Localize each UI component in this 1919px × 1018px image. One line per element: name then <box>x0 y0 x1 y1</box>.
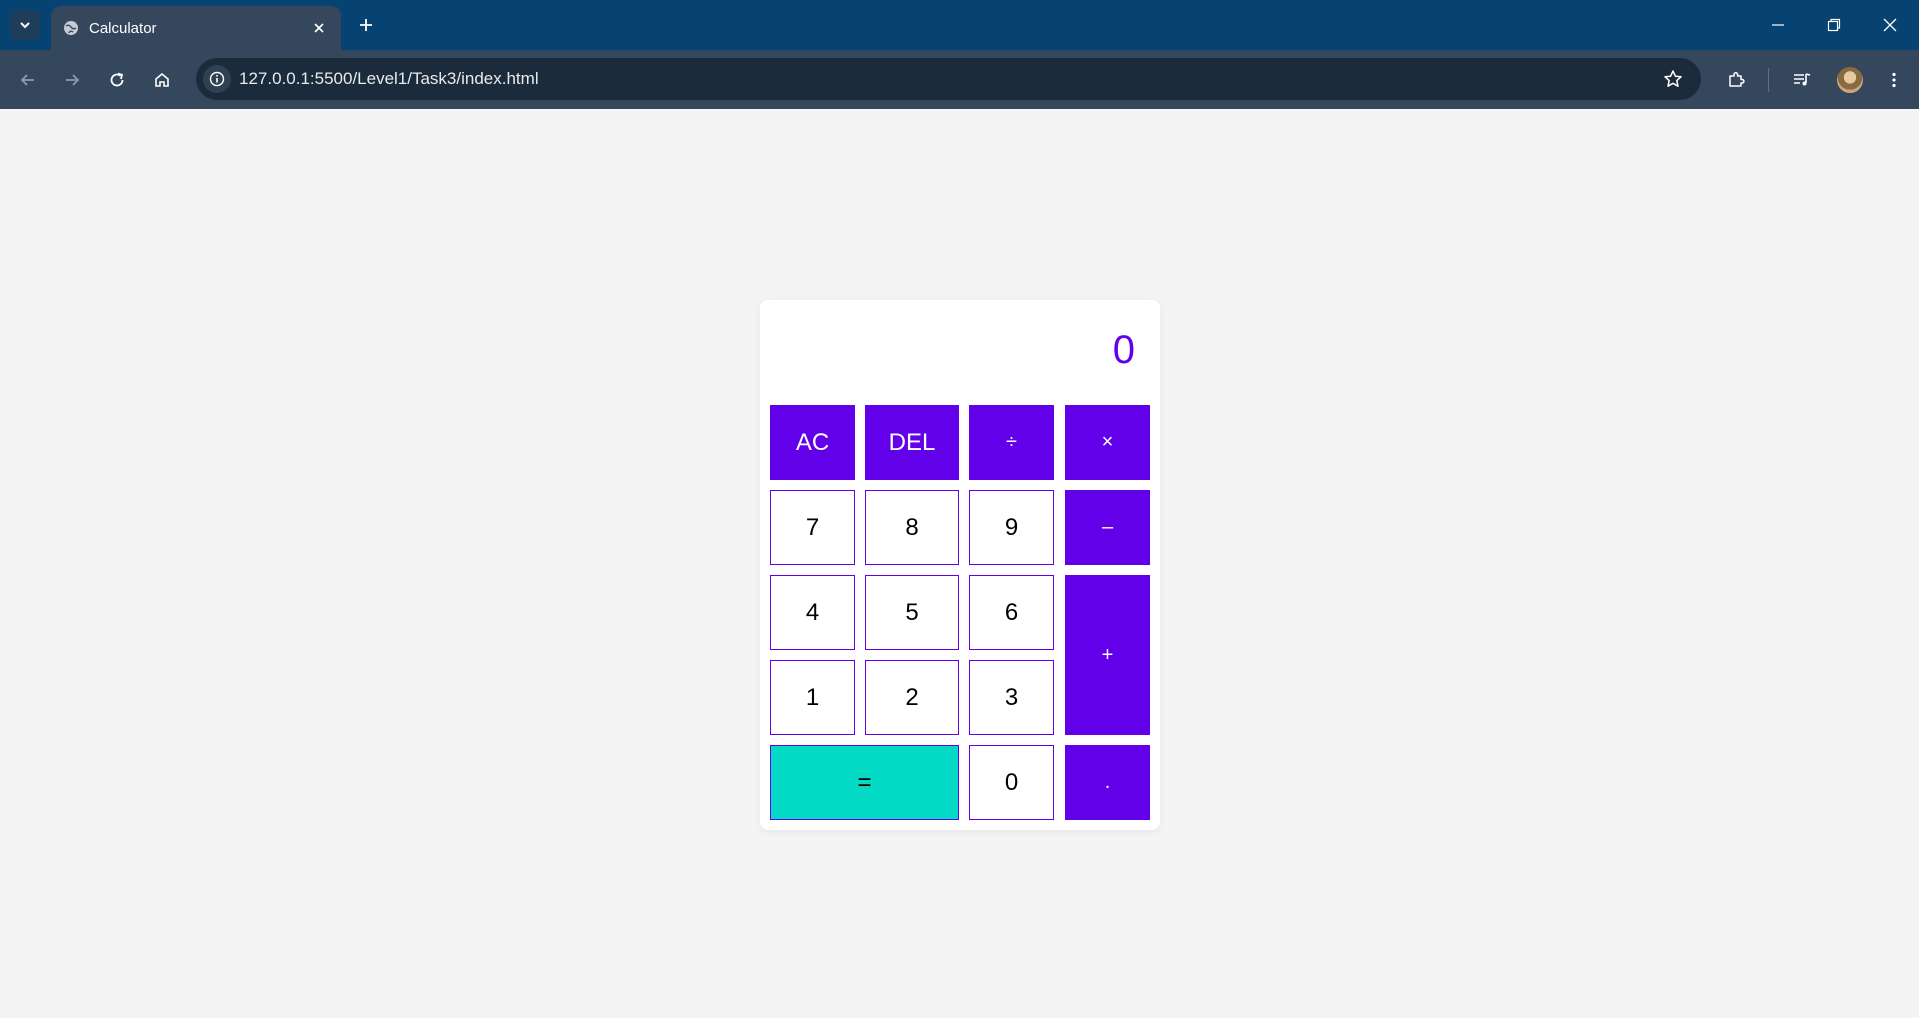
new-tab-button[interactable] <box>352 11 380 39</box>
globe-icon <box>63 20 79 36</box>
digit-8-button[interactable]: 8 <box>865 490 959 565</box>
restore-button[interactable] <box>1806 0 1862 50</box>
digit-1-button[interactable]: 1 <box>770 660 855 735</box>
reload-icon <box>110 72 124 87</box>
digit-3-button[interactable]: 3 <box>969 660 1054 735</box>
plus-icon <box>360 19 372 31</box>
add-button[interactable]: + <box>1065 575 1150 735</box>
tab-search-button[interactable] <box>10 10 40 40</box>
multiply-button[interactable]: × <box>1065 405 1150 480</box>
digit-6-button[interactable]: 6 <box>969 575 1054 650</box>
arrow-right-icon <box>66 74 80 86</box>
browser-tab-strip: Calculator <box>0 0 1919 50</box>
close-icon <box>1883 18 1897 32</box>
puzzle-icon <box>1729 71 1745 87</box>
restore-icon <box>1827 18 1841 32</box>
chevron-down-icon <box>20 22 30 29</box>
more-vertical-icon <box>1892 72 1896 88</box>
tab-title: Calculator <box>89 19 157 37</box>
tab-close-button[interactable] <box>307 16 331 40</box>
media-control-button[interactable] <box>1786 64 1818 96</box>
back-button[interactable] <box>12 64 44 96</box>
url-text[interactable]: 127.0.0.1:5500/Level1/Task3/index.html <box>239 69 1657 89</box>
calculator-display: 0 <box>1112 327 1135 372</box>
subtract-button[interactable]: – <box>1065 490 1150 565</box>
home-icon <box>155 72 169 87</box>
calculator: 0 AC DEL ÷ × 7 8 9 – 4 5 6 + 1 2 3 = 0 . <box>760 300 1160 830</box>
browser-menu-button[interactable] <box>1878 64 1910 96</box>
close-icon <box>314 23 324 33</box>
digit-9-button[interactable]: 9 <box>969 490 1054 565</box>
bookmark-star-icon[interactable] <box>1657 63 1689 95</box>
digit-0-button[interactable]: 0 <box>969 745 1054 820</box>
digit-5-button[interactable]: 5 <box>865 575 959 650</box>
delete-button[interactable]: DEL <box>865 405 959 480</box>
divide-button[interactable]: ÷ <box>969 405 1054 480</box>
window-close-button[interactable] <box>1862 0 1918 50</box>
equals-button[interactable]: = <box>770 745 959 820</box>
minimize-button[interactable] <box>1750 0 1806 50</box>
playlist-icon <box>1794 73 1811 86</box>
browser-tab[interactable]: Calculator <box>51 6 341 50</box>
profile-avatar[interactable] <box>1835 65 1865 95</box>
home-button[interactable] <box>146 64 178 96</box>
clear-all-button[interactable]: AC <box>770 405 855 480</box>
digit-2-button[interactable]: 2 <box>865 660 959 735</box>
decimal-button[interactable]: . <box>1065 745 1150 820</box>
digit-4-button[interactable]: 4 <box>770 575 855 650</box>
toolbar-divider <box>1768 68 1769 92</box>
digit-7-button[interactable]: 7 <box>770 490 855 565</box>
extensions-button[interactable] <box>1720 64 1752 96</box>
browser-toolbar: 127.0.0.1:5500/Level1/Task3/index.html <box>0 50 1919 109</box>
minimize-icon <box>1772 24 1784 26</box>
reload-button[interactable] <box>101 64 133 96</box>
arrow-left-icon <box>20 74 34 86</box>
forward-button[interactable] <box>56 64 88 96</box>
site-info-icon[interactable] <box>203 65 231 93</box>
address-bar[interactable]: 127.0.0.1:5500/Level1/Task3/index.html <box>196 58 1701 100</box>
